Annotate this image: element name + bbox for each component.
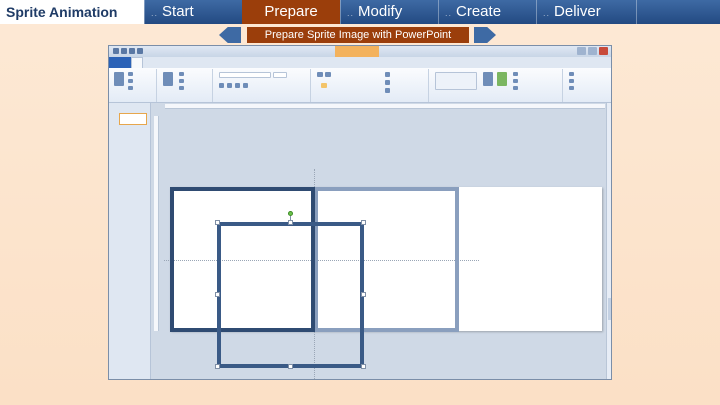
maximize-icon[interactable] — [588, 47, 597, 55]
ribbon-home — [109, 68, 611, 103]
slides-panel — [109, 103, 151, 379]
arrange-icon[interactable] — [483, 72, 493, 86]
resize-handle-nw[interactable] — [215, 220, 220, 225]
tab-dots-icon: .. — [445, 8, 453, 18]
ppt-title-bar — [109, 46, 611, 57]
nav-tab-deliver[interactable]: .. Deliver — [536, 0, 636, 24]
bullets-icon[interactable] — [317, 72, 323, 77]
undo-icon[interactable] — [129, 48, 135, 54]
chevron-left-icon[interactable] — [219, 27, 241, 43]
tab-dots-icon: .. — [151, 8, 159, 18]
text-direction-icon[interactable] — [385, 72, 390, 77]
tab-dots-icon: .. — [347, 8, 355, 18]
nav-tab-label: Create — [456, 3, 502, 20]
copy-icon[interactable] — [128, 79, 133, 83]
nav-tab-label: Start — [162, 3, 194, 20]
brand-title: Sprite Animation — [0, 0, 144, 24]
nav-tab-empty — [636, 0, 720, 24]
horizontal-ruler — [165, 104, 605, 109]
cut-icon[interactable] — [128, 72, 133, 76]
shape-effects-icon[interactable] — [513, 86, 518, 90]
powerpoint-window — [108, 45, 612, 380]
smartart-icon[interactable] — [385, 88, 390, 93]
resize-handle-n[interactable] — [288, 220, 293, 225]
nav-tab-label: Modify — [358, 3, 403, 20]
ribbon-group-editing — [565, 69, 605, 102]
paste-icon[interactable] — [114, 72, 124, 86]
ribbon-group-font — [215, 69, 311, 102]
resize-handle-w[interactable] — [215, 292, 220, 297]
nav-tab-create[interactable]: .. Create — [438, 0, 536, 24]
ribbon-group-paragraph — [313, 69, 429, 102]
ribbon-tab-insert[interactable] — [143, 57, 153, 68]
nav-tab-label: Deliver — [554, 3, 601, 20]
window-controls — [577, 47, 608, 55]
ribbon-tab-format[interactable] — [213, 57, 223, 68]
ppt-logo-icon — [113, 48, 119, 54]
ribbon-tab-design[interactable] — [153, 57, 163, 68]
ribbon-group-clipboard — [111, 69, 157, 102]
chevron-right-icon[interactable] — [474, 27, 496, 43]
shape-fill-icon[interactable] — [513, 72, 518, 76]
redo-icon[interactable] — [137, 48, 143, 54]
ribbon-tab-transitions[interactable] — [163, 57, 173, 68]
layout-icon[interactable] — [179, 72, 184, 76]
selected-square-shape[interactable] — [217, 222, 364, 368]
shape-outline-icon[interactable] — [513, 79, 518, 83]
replace-icon[interactable] — [569, 79, 574, 83]
resize-handle-se[interactable] — [361, 364, 366, 369]
close-icon[interactable] — [599, 47, 608, 55]
nav-tab-modify[interactable]: .. Modify — [340, 0, 438, 24]
save-icon[interactable] — [121, 48, 127, 54]
drawing-tools-context — [335, 46, 379, 57]
subnav-title: Prepare Sprite Image with PowerPoint — [247, 27, 469, 43]
underline-icon[interactable] — [235, 83, 240, 88]
ppt-document-title — [245, 46, 335, 57]
align-text-icon[interactable] — [385, 80, 390, 85]
ribbon-group-drawing — [431, 69, 563, 102]
nav-tab-label: Prepare — [264, 3, 318, 20]
shapes-gallery[interactable] — [435, 72, 477, 90]
vertical-ruler — [154, 116, 159, 331]
ribbon-tab-review[interactable] — [193, 57, 203, 68]
minimize-icon[interactable] — [577, 47, 586, 55]
nav-tab-start[interactable]: .. Start — [144, 0, 242, 24]
format-painter-icon[interactable] — [128, 86, 133, 90]
numbering-icon[interactable] — [325, 72, 331, 77]
align-center-icon[interactable] — [321, 83, 327, 88]
ribbon-tab-home[interactable] — [131, 57, 143, 68]
ribbon-tab-animations[interactable] — [173, 57, 183, 68]
section-icon[interactable] — [179, 86, 184, 90]
italic-icon[interactable] — [227, 83, 232, 88]
resize-handle-ne[interactable] — [361, 220, 366, 225]
quick-styles-icon[interactable] — [497, 72, 507, 86]
ribbon-tab-row — [109, 57, 611, 68]
ribbon-group-slides — [159, 69, 213, 102]
strikethrough-icon[interactable] — [243, 83, 248, 88]
font-name-select[interactable] — [219, 72, 271, 78]
font-size-select[interactable] — [273, 72, 287, 78]
slide-thumbnail[interactable] — [119, 113, 147, 125]
scrollbar-thumb[interactable] — [608, 298, 611, 320]
quick-access-toolbar — [113, 48, 143, 55]
reset-icon[interactable] — [179, 79, 184, 83]
tab-dots-icon: .. — [543, 8, 551, 18]
top-nav-bar: Sprite Animation .. Start Prepare .. Modif… — [0, 0, 720, 24]
new-slide-icon[interactable] — [163, 72, 173, 86]
nav-tab-prepare[interactable]: Prepare — [242, 0, 340, 24]
rotate-handle-icon[interactable] — [288, 211, 293, 216]
ribbon-tab-slide-show[interactable] — [183, 57, 193, 68]
resize-handle-e[interactable] — [361, 292, 366, 297]
bold-icon[interactable] — [219, 83, 224, 88]
ribbon-tab-file[interactable] — [109, 57, 131, 68]
find-icon[interactable] — [569, 72, 574, 76]
select-icon[interactable] — [569, 86, 574, 90]
vertical-scrollbar[interactable] — [606, 103, 611, 379]
resize-handle-s[interactable] — [288, 364, 293, 369]
resize-handle-sw[interactable] — [215, 364, 220, 369]
ribbon-tab-view[interactable] — [203, 57, 213, 68]
